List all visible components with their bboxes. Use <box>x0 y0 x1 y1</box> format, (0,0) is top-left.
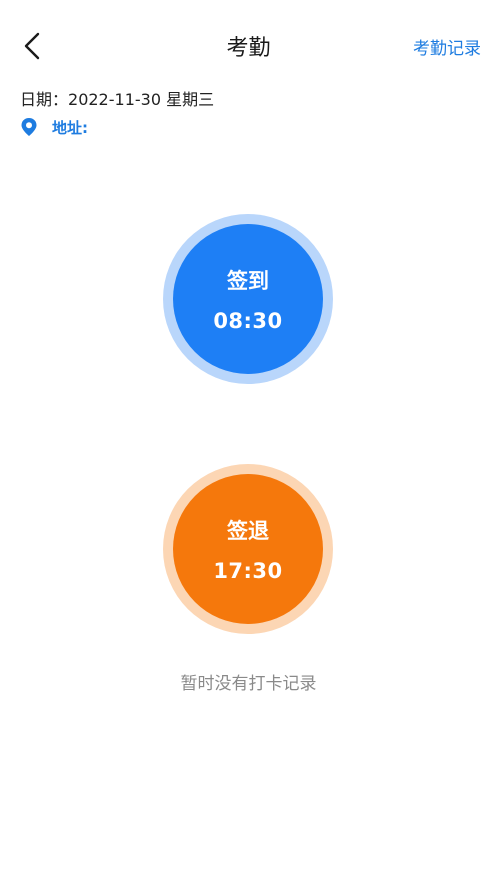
check-out-button[interactable]: 签退 17:30 <box>163 464 333 634</box>
date-label: 日期： <box>20 90 69 109</box>
chevron-left-icon <box>24 32 40 60</box>
check-out-label: 签退 <box>227 519 269 543</box>
back-button[interactable] <box>14 28 50 64</box>
address-label: 地址: <box>52 118 88 137</box>
address-row: 地址: <box>20 116 92 138</box>
app-header: 考勤 考勤记录 <box>0 0 497 92</box>
check-out-time: 17:30 <box>213 559 283 583</box>
empty-record-text: 暂时没有打卡记录 <box>180 674 317 694</box>
check-in-circle: 签到 08:30 <box>173 224 323 374</box>
check-in-button[interactable]: 签到 08:30 <box>163 214 333 384</box>
location-pin-icon <box>21 118 37 136</box>
check-in-label: 签到 <box>227 269 269 293</box>
check-in-time: 08:30 <box>213 309 283 333</box>
attendance-record-link[interactable]: 考勤记录 <box>413 34 481 59</box>
date-row: 日期：2022-11-30 星期三 <box>20 86 214 110</box>
check-out-circle: 签退 17:30 <box>173 474 323 624</box>
weekday: 星期三 <box>166 90 215 109</box>
date-value: 2022-11-30 <box>68 90 161 109</box>
